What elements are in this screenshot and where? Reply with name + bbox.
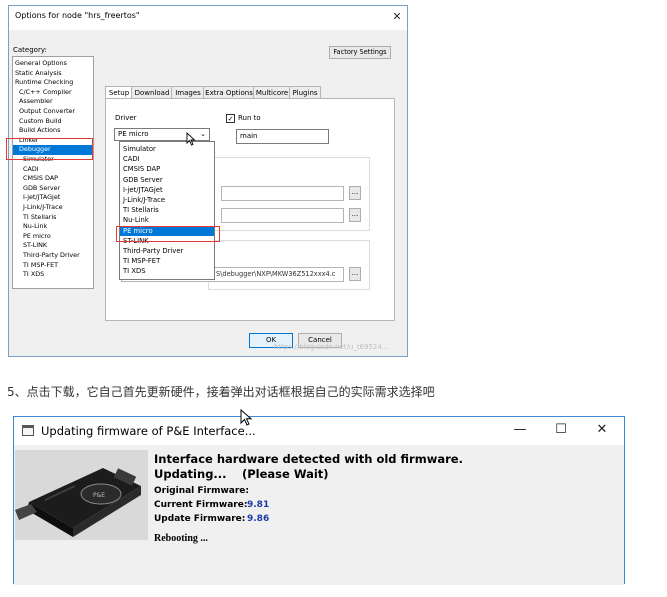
updating-text: Updating...	[154, 467, 227, 481]
close-icon[interactable]: ✕	[389, 9, 405, 25]
driver-option[interactable]: Simulator	[123, 144, 156, 154]
run-to-checkbox[interactable]: ✓	[226, 114, 235, 123]
category-item[interactable]: PE micro	[23, 232, 51, 242]
current-firmware-value: 9.81	[247, 500, 270, 510]
update-dialog-title: Updating firmware of P&E Interface...	[41, 424, 256, 438]
debugger-annotation-box	[6, 138, 93, 160]
category-item[interactable]: CMSIS DAP	[23, 174, 58, 184]
close-icon[interactable]: ✕	[592, 421, 612, 439]
category-item[interactable]: CADI	[23, 165, 39, 175]
driver-option[interactable]: TI Stellaris	[123, 205, 159, 215]
driver-option[interactable]: J-Link/J-Trace	[123, 195, 165, 205]
update-firmware-value: 9.86	[247, 514, 270, 524]
category-item[interactable]: Build Actions	[19, 126, 60, 136]
driver-option[interactable]: PE micro	[123, 226, 153, 236]
driver-option[interactable]: I-jet/JTAGjet	[123, 185, 163, 195]
driver-option[interactable]: CMSIS DAP	[123, 164, 160, 174]
category-item[interactable]: Assembler	[19, 97, 53, 107]
instruction-caption: 5、点击下载，它自己首先更新硬件，接着弹出对话框根据自己的实际需求选择吧	[7, 385, 435, 399]
setup-macro-field[interactable]	[221, 186, 344, 201]
please-wait-text: (Please Wait)	[242, 467, 329, 481]
category-item[interactable]: Custom Build	[19, 117, 62, 127]
options-dialog-title: Options for node "hrs_freertos"	[15, 11, 140, 20]
driver-option[interactable]: TI XDS	[123, 266, 146, 276]
category-label: Category:	[13, 46, 47, 54]
run-to-label: Run to	[238, 114, 261, 122]
pe-interface-device-image: P&E	[15, 450, 148, 540]
window-icon-bar	[22, 425, 34, 428]
rebooting-text: Rebooting ...	[154, 533, 208, 544]
category-item[interactable]: Output Converter	[19, 107, 75, 117]
browse-button-3[interactable]: ...	[349, 267, 361, 281]
browse-button-2[interactable]: ...	[349, 208, 361, 222]
firmware-update-dialog: Updating firmware of P&E Interface... — …	[13, 416, 625, 585]
driver-label: Driver	[115, 114, 137, 122]
setup-macro-field-2[interactable]	[221, 208, 344, 223]
category-list[interactable]: General Options Static Analysis Runtime Ch…	[12, 56, 94, 289]
category-item[interactable]: C/C++ Compiler	[19, 88, 72, 98]
driver-option[interactable]: Nu-Link	[123, 215, 149, 225]
category-item[interactable]: Nu-Link	[23, 222, 47, 232]
settings-group-2	[208, 240, 370, 290]
browse-button[interactable]: ...	[349, 186, 361, 200]
chevron-down-icon[interactable]: ⌄	[198, 129, 208, 140]
driver-option[interactable]: Third-Party Driver	[123, 246, 183, 256]
category-item[interactable]: ST-LINK	[23, 241, 47, 251]
category-item[interactable]: Static Analysis	[15, 69, 62, 79]
device-file-path: S\debugger\NXP\MKW36Z512xxx4.c	[216, 270, 336, 278]
factory-settings-button[interactable]: Factory Settings	[329, 46, 391, 59]
options-dialog-titlebar: Options for node "hrs_freertos" ✕	[9, 6, 407, 30]
mouse-cursor-icon	[240, 409, 253, 426]
update-firmware-label: Update Firmware:	[154, 514, 246, 524]
category-item[interactable]: Runtime Checking	[15, 78, 73, 88]
minimize-icon[interactable]: —	[510, 421, 530, 439]
category-item[interactable]: J-Link/J-Trace	[23, 203, 63, 213]
run-to-field[interactable]: main	[236, 129, 329, 144]
category-item[interactable]: TI MSP-FET	[23, 261, 58, 271]
mouse-cursor-icon	[186, 132, 196, 146]
maximize-icon[interactable]: ☐	[551, 421, 571, 439]
driver-option[interactable]: CADI	[123, 154, 140, 164]
category-item[interactable]: I-jet/JTAGjet	[23, 193, 60, 203]
headline-text: Interface hardware detected with old fir…	[154, 452, 463, 466]
update-dialog-titlebar: Updating firmware of P&E Interface... — …	[14, 417, 624, 445]
original-firmware-label: Original Firmware:	[154, 486, 249, 496]
category-item[interactable]: TI Stellaris	[23, 213, 57, 223]
category-item[interactable]: GDB Server	[23, 184, 60, 194]
category-item[interactable]: General Options	[15, 59, 67, 69]
driver-option[interactable]: TI MSP-FET	[123, 256, 160, 266]
driver-dropdown-list[interactable]: Simulator CADI CMSIS DAP GDB Server I-jet/JT…	[119, 141, 215, 280]
category-item[interactable]: TI XDS	[23, 270, 44, 280]
driver-option[interactable]: GDB Server	[123, 175, 163, 185]
watermark: https://blog.csdn.net/u_t69524...	[274, 343, 389, 351]
svg-text:P&E: P&E	[93, 492, 105, 499]
category-item[interactable]: Third-Party Driver	[23, 251, 80, 261]
current-firmware-label: Current Firmware:	[154, 500, 248, 510]
